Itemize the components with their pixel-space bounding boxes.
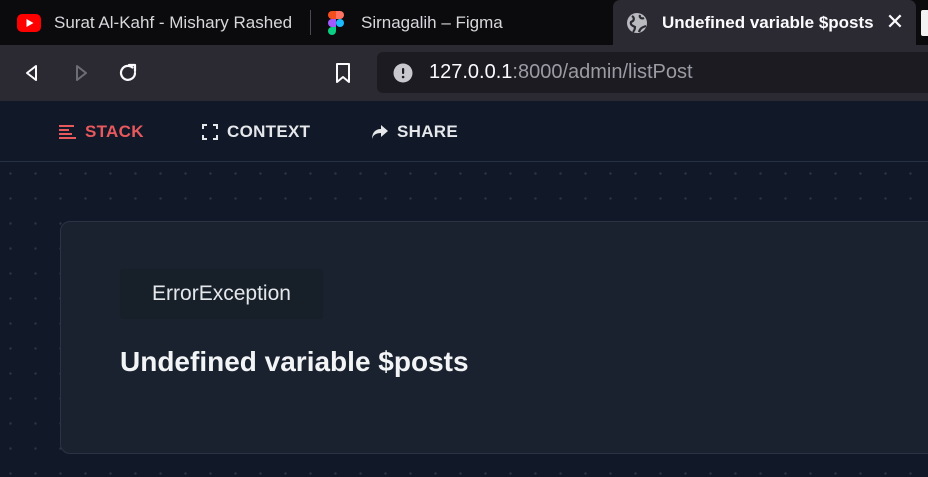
tab-separator xyxy=(310,10,311,35)
globe-icon xyxy=(625,11,649,35)
page-viewport: STACK CONTEXT SHARE ErrorException Undef… xyxy=(0,101,928,477)
bookmark-icon xyxy=(336,63,350,83)
figma-icon xyxy=(324,10,348,35)
tab-share[interactable]: SHARE xyxy=(371,121,458,143)
back-arrow-icon xyxy=(26,65,37,81)
forward-arrow-icon xyxy=(76,65,87,81)
expand-icon xyxy=(201,123,219,141)
browser-tab-strip: Surat Al-Kahf - Mishary Rashed Sirnagali… xyxy=(0,0,928,45)
tab-share-label: SHARE xyxy=(397,122,459,141)
tab-title: Undefined variable $posts xyxy=(662,12,874,32)
url-host: 127.0.0.1 xyxy=(429,61,513,83)
back-button[interactable] xyxy=(16,57,48,89)
forward-button[interactable] xyxy=(65,57,97,89)
tab-title: Sirnagalih – Figma xyxy=(361,12,503,32)
site-info-icon[interactable] xyxy=(393,63,413,83)
browser-toolbar: 127.0.0.1:8000/admin/listPost xyxy=(0,45,928,101)
browser-tab-active[interactable]: Undefined variable $posts ✕ xyxy=(613,0,916,45)
reload-icon xyxy=(119,63,137,81)
error-card: ErrorException Undefined variable $posts xyxy=(60,221,928,454)
share-icon xyxy=(371,123,389,141)
tab-context[interactable]: CONTEXT xyxy=(201,121,310,143)
stack-icon xyxy=(59,123,77,141)
tab-stack-label: STACK xyxy=(85,122,144,141)
url-path: :8000/admin/listPost xyxy=(512,61,693,83)
tab-title: Surat Al-Kahf - Mishary Rashed xyxy=(54,12,293,32)
exception-class-badge[interactable]: ErrorException xyxy=(120,269,323,319)
browser-tab-youtube[interactable]: Surat Al-Kahf - Mishary Rashed xyxy=(0,0,308,45)
tab-stack[interactable]: STACK xyxy=(59,121,144,143)
tab-context-label: CONTEXT xyxy=(227,122,311,141)
close-tab-icon[interactable]: ✕ xyxy=(884,11,906,33)
ignition-nav: STACK CONTEXT SHARE xyxy=(0,101,928,162)
next-tab-edge[interactable] xyxy=(921,10,928,36)
youtube-icon xyxy=(17,11,41,35)
reload-button[interactable] xyxy=(112,57,144,89)
address-bar[interactable]: 127.0.0.1:8000/admin/listPost xyxy=(377,52,928,93)
bookmark-button[interactable] xyxy=(327,57,359,89)
browser-tab-figma[interactable]: Sirnagalih – Figma xyxy=(312,0,608,45)
error-message: Undefined variable $posts xyxy=(120,346,469,377)
